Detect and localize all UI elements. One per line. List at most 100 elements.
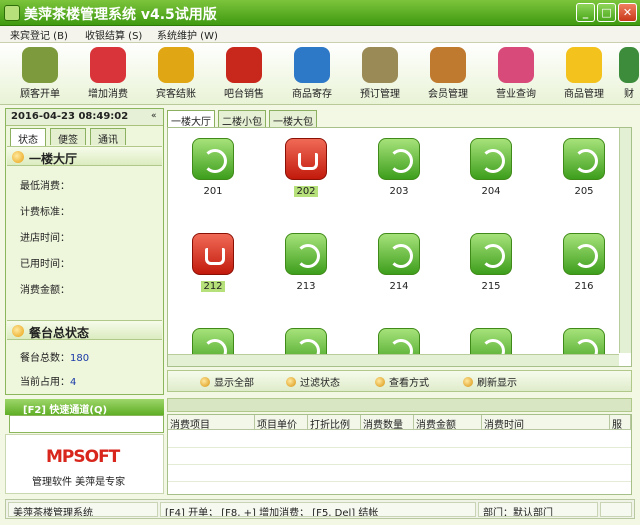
plus-icon [90,47,126,83]
star-icon [566,47,602,83]
menu-system[interactable]: 系统维护 (W) [157,27,218,42]
view-mode-button[interactable]: 查看方式 [375,374,429,389]
room-number: 201 [203,186,223,197]
room-number: 212 [201,281,225,292]
col-discount[interactable]: 打折比例 [308,415,361,430]
current-occupied: 当前占用：4 [20,373,76,388]
status-bar: 美萍茶楼管理系统 [F4] 开单； [F8, +] 增加消费； [F5, Del… [5,499,635,519]
view-mode-icon [375,377,385,387]
room-grid: 201 202 203 204 205 212 213 214 215 216 [167,127,632,367]
room-grid-vertical-scrollbar[interactable] [619,128,631,353]
col-time[interactable]: 消费时间 [482,415,610,430]
col-unit-price[interactable]: 项目单价 [255,415,308,430]
quick-channel-header: [F2] 快速通道(Q) [5,399,164,416]
toolbar-guest-checkout[interactable]: 宾客结账 [142,45,210,103]
detail-splitter[interactable] [167,398,632,412]
vacant-room-icon [378,138,420,180]
people-icon [430,47,466,83]
tab-notes[interactable]: 便签 [50,128,86,146]
quick-channel-input[interactable] [9,415,164,433]
room-number: 203 [389,186,409,197]
title-bar: 美萍茶楼管理系统 v4.5试用版 _ □ ✕ [0,0,640,26]
field-elapsed-time: 已用时间： [20,255,70,270]
room-number: 214 [389,281,409,292]
area-tab-hall-1[interactable]: 一楼大厅 [167,110,215,128]
toolbar-reservations[interactable]: 预订管理 [346,45,414,103]
toolbar-goods-storage[interactable]: 商品寄存 [278,45,346,103]
section-totals-title: 餐台总状态 [29,326,90,340]
room-tile[interactable]: 212 [183,223,243,303]
show-all-icon [200,377,210,387]
window-title: 美萍茶楼管理系统 v4.5试用版 [24,7,217,23]
room-tile[interactable]: 214 [369,223,429,303]
toolbar-finance[interactable]: 财 [618,45,640,103]
field-label: 计费标准： [20,207,70,218]
room-tile[interactable]: 203 [369,128,429,208]
area-tab-small-rooms-2[interactable]: 二楼小包 [218,110,266,128]
room-tile[interactable]: 213 [276,223,336,303]
toolbar-add-consumption[interactable]: 增加消费 [74,45,142,103]
status-panel: 2016-04-23 08:49:02 « 状态 便签 通讯 一楼大厅 最低消费… [5,108,164,395]
col-quantity[interactable]: 消费数量 [361,415,414,430]
vacant-room-icon [285,233,327,275]
vacant-room-icon [563,138,605,180]
tab-messages[interactable]: 通讯 [90,128,126,146]
bullet-icon [12,151,24,163]
room-number: 215 [481,281,501,292]
field-checkin-time: 进店时间： [20,229,70,244]
vacant-room-icon [470,138,512,180]
toolbar-goods-management[interactable]: 商品管理 [550,45,618,103]
maximize-button[interactable]: □ [597,3,616,22]
toolbar-business-query[interactable]: 营业查询 [482,45,550,103]
room-tile[interactable]: 215 [461,223,521,303]
field-label: 消费金额： [20,285,70,296]
room-number: 213 [296,281,316,292]
filter-status-button[interactable]: 过滤状态 [286,374,340,389]
field-consumption-amount: 消费金额： [20,281,70,296]
field-label: 最低消费： [20,181,70,192]
room-tile[interactable]: 216 [554,223,614,303]
toolbar-open-order[interactable]: 顾客开单 [6,45,74,103]
menu-checkout[interactable]: 收银结算 (S) [85,27,142,42]
room-tile[interactable]: 202 [276,128,336,208]
total-tables: 餐台总数：180 [20,349,89,364]
refresh-button[interactable]: 刷新显示 [463,374,517,389]
toolbar-members[interactable]: 会员管理 [414,45,482,103]
room-action-bar: 显示全部 过滤状态 查看方式 刷新显示 [167,370,632,392]
col-item[interactable]: 消费项目 [168,415,255,430]
room-tile[interactable]: 201 [183,128,243,208]
grid-line [168,447,631,448]
bullet-icon [12,325,24,337]
coffee-icon [226,47,262,83]
room-grid-horizontal-scrollbar[interactable] [168,354,619,366]
vacant-room-icon [192,138,234,180]
close-button[interactable]: ✕ [618,3,637,22]
menu-guest-register[interactable]: 来宾登记 (B) [10,27,68,42]
minimize-button[interactable]: _ [576,3,595,22]
col-amount[interactable]: 消费金额 [414,415,482,430]
room-number: 202 [294,186,318,197]
toolbar-bar-sales[interactable]: 吧台销售 [210,45,278,103]
grid-line [168,481,631,482]
filter-icon [286,377,296,387]
field-label: 进店时间： [20,233,70,244]
field-value: 4 [70,377,77,388]
room-number: 205 [574,186,594,197]
field-min-consumption: 最低消费： [20,177,70,192]
area-tab-large-rooms-1[interactable]: 一楼大包 [269,110,317,128]
tab-status[interactable]: 状态 [10,128,46,146]
grid-line [168,464,631,465]
vendor-logo-box: MPSOFT 管理软件 美萍是专家 [5,434,164,494]
money-arrow-icon [158,47,194,83]
col-service[interactable]: 服 [610,415,631,430]
room-tile[interactable]: 204 [461,128,521,208]
status-shortcuts: [F4] 开单； [F8, +] 增加消费； [F5, Del] 结帐 [160,502,476,517]
field-label: 餐台总数： [20,353,70,364]
clock-icon [362,47,398,83]
show-all-button[interactable]: 显示全部 [200,374,254,389]
room-tile[interactable]: 205 [554,128,614,208]
slogan: 管理软件 美萍是专家 [32,477,126,488]
vacant-room-icon [470,233,512,275]
field-label: 当前占用： [20,377,70,388]
collapse-panel-icon[interactable]: « [151,111,157,121]
